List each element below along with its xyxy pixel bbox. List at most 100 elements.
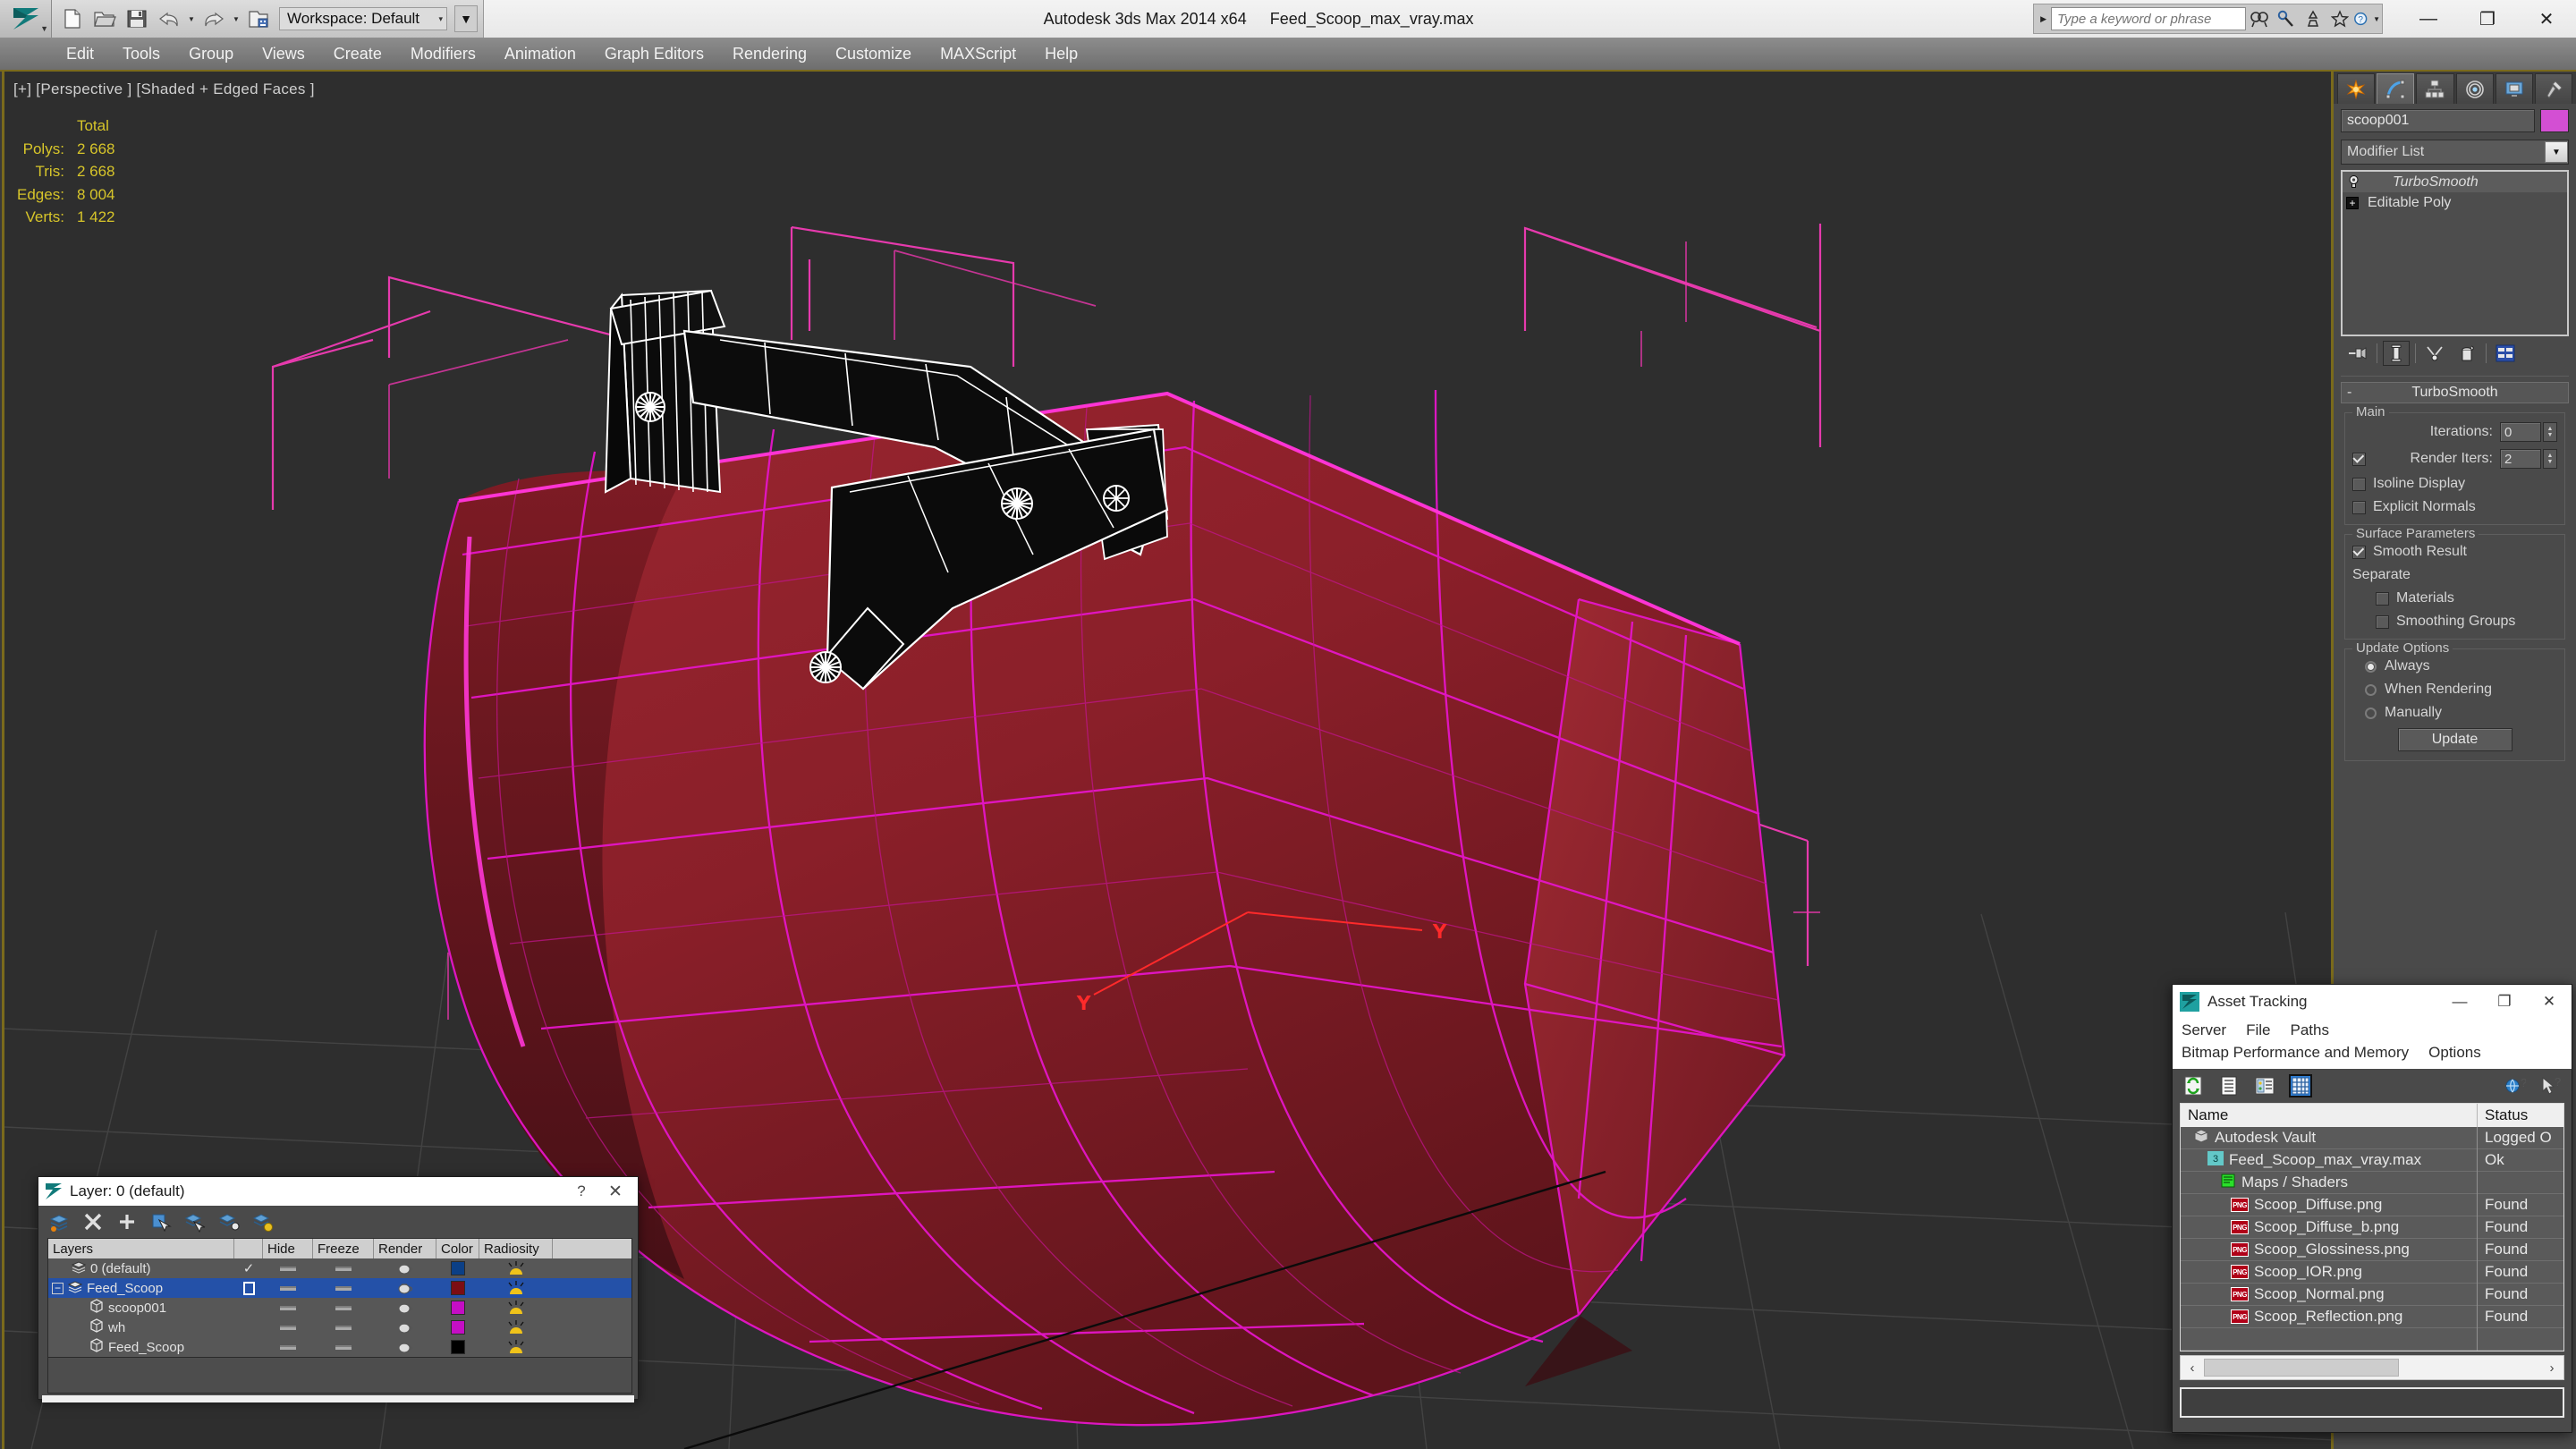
cursor-help-icon[interactable]: ? (2539, 1074, 2563, 1097)
freeze-toggle[interactable] (313, 1258, 374, 1278)
show-end-result-icon[interactable] (2383, 341, 2410, 366)
delete-x-icon[interactable] (81, 1210, 105, 1233)
current-layer-check[interactable] (234, 1278, 263, 1298)
explicit-normals-checkbox[interactable] (2352, 500, 2366, 514)
render-iters-spinner[interactable]: 2 ▲ ▼ (2500, 449, 2557, 469)
update-manually-row[interactable]: Manually (2352, 705, 2557, 721)
freeze-toggle[interactable] (313, 1278, 374, 1298)
asset-tracking-dialog[interactable]: Asset Tracking — ❐ ✕ Server File Paths B… (2172, 984, 2572, 1433)
undo-icon[interactable] (154, 4, 184, 34)
asset-close-button[interactable]: ✕ (2527, 985, 2572, 1019)
expand-collapse-icon[interactable]: − (52, 1282, 64, 1294)
highlight-selected-icon[interactable] (217, 1210, 241, 1233)
configure-sets-icon[interactable] (2492, 341, 2519, 366)
render-toggle[interactable] (374, 1298, 436, 1318)
table-row[interactable]: 0 (default) ✓ (48, 1258, 631, 1278)
isoline-display-checkbox[interactable] (2352, 477, 2366, 491)
table-row[interactable]: scoop001 (48, 1298, 631, 1318)
detail-icon[interactable] (2253, 1074, 2276, 1097)
layer-dialog-help-button[interactable]: ? (564, 1182, 598, 1200)
radiosity-icon[interactable] (479, 1337, 553, 1357)
hide-toggle[interactable] (263, 1318, 313, 1337)
asset-menu-server[interactable]: Server (2182, 1021, 2226, 1039)
workspace-combobox[interactable]: Workspace: Default ▾ (279, 7, 447, 30)
rollout-collapse-icon[interactable]: - (2347, 385, 2351, 401)
scroll-left-button[interactable]: ‹ (2181, 1360, 2204, 1376)
layer-color-swatch[interactable] (436, 1258, 479, 1278)
hide-toggle[interactable] (263, 1278, 313, 1298)
menu-edit[interactable]: Edit (52, 37, 108, 71)
asset-maximize-button[interactable]: ❐ (2482, 985, 2527, 1019)
explicit-normals-row[interactable]: Explicit Normals (2352, 499, 2557, 515)
undo-dropdown-caret-icon[interactable]: ▼ (186, 15, 197, 23)
asset-menu-bitmap-performance[interactable]: Bitmap Performance and Memory (2182, 1044, 2409, 1062)
make-unique-icon[interactable] (2421, 341, 2448, 366)
select-objects-icon[interactable] (149, 1210, 173, 1233)
select-highlighted-icon[interactable] (183, 1210, 207, 1233)
layer-dialog-close-button[interactable]: ✕ (598, 1182, 632, 1202)
render-toggle[interactable] (374, 1318, 436, 1337)
redo-icon[interactable] (199, 4, 229, 34)
table-row[interactable]: PNG Scoop_Reflection.png Found (2181, 1305, 2563, 1328)
expand-plus-icon[interactable]: + (2346, 196, 2359, 209)
layer-properties-icon[interactable] (251, 1210, 275, 1233)
table-row[interactable]: wh (48, 1318, 631, 1337)
display-tab[interactable] (2495, 73, 2533, 104)
hide-toggle[interactable] (263, 1337, 313, 1357)
scroll-right-button[interactable]: › (2540, 1360, 2563, 1376)
object-color-swatch[interactable] (436, 1298, 479, 1318)
pin-icon[interactable] (2344, 341, 2371, 366)
hide-toggle[interactable] (263, 1258, 313, 1278)
asset-menu-file[interactable]: File (2246, 1021, 2270, 1039)
update-always-radio[interactable] (2365, 660, 2377, 673)
close-button[interactable]: ✕ (2517, 0, 2576, 38)
asset-horizontal-scrollbar[interactable]: ‹ › (2180, 1355, 2564, 1380)
modifier-stack[interactable]: TurboSmooth + Editable Poly (2341, 170, 2569, 336)
lightbulb-icon[interactable] (2346, 174, 2360, 191)
create-tab[interactable] (2337, 73, 2376, 104)
radiosity-icon[interactable] (479, 1278, 553, 1298)
menu-group[interactable]: Group (174, 37, 248, 71)
search-input[interactable] (2051, 7, 2246, 30)
current-layer-check[interactable]: ✓ (234, 1258, 263, 1278)
refresh-icon[interactable] (2182, 1074, 2205, 1097)
list-icon[interactable] (2217, 1074, 2241, 1097)
viewport-label[interactable]: [+] [Perspective ] [Shaded + Edged Faces… (13, 80, 315, 98)
render-iters-stepper[interactable]: ▲ ▼ (2543, 449, 2557, 469)
help-icon[interactable]: ? ▼ (2353, 6, 2380, 31)
application-menu-button[interactable]: ▼ (0, 0, 52, 38)
table-row[interactable]: 3 Feed_Scoop_max_vray.max Ok (2181, 1148, 2563, 1172)
radiosity-icon[interactable] (479, 1318, 553, 1337)
update-manually-radio[interactable] (2365, 707, 2377, 719)
object-color-swatch[interactable] (436, 1318, 479, 1337)
smoothing-groups-row[interactable]: Smoothing Groups (2352, 614, 2557, 630)
render-toggle[interactable] (374, 1258, 436, 1278)
menu-graph-editors[interactable]: Graph Editors (590, 37, 718, 71)
freeze-toggle[interactable] (313, 1298, 374, 1318)
new-file-icon[interactable] (57, 4, 88, 34)
trash-icon[interactable] (2453, 341, 2480, 366)
layer-list[interactable]: Layers Hide Freeze Render Color Radiosit… (47, 1238, 632, 1358)
asset-menu-paths[interactable]: Paths (2290, 1021, 2328, 1039)
new-layer-icon[interactable] (47, 1210, 71, 1233)
rollout-header[interactable]: - TurboSmooth (2341, 382, 2569, 403)
radiosity-icon[interactable] (479, 1298, 553, 1318)
asset-minimize-button[interactable]: — (2437, 985, 2482, 1019)
smoothing-groups-checkbox[interactable] (2376, 614, 2389, 629)
globe-help-icon[interactable]: ? (2504, 1074, 2527, 1097)
asset-list[interactable]: Name Status Autodesk Vault Logged O 3 Fe… (2180, 1103, 2564, 1352)
smooth-result-row[interactable]: Smooth Result (2352, 544, 2557, 560)
object-color-swatch[interactable] (436, 1337, 479, 1357)
menu-animation[interactable]: Animation (490, 37, 590, 71)
materials-row[interactable]: Materials (2352, 590, 2557, 606)
motion-tab[interactable] (2455, 73, 2494, 104)
table-row[interactable]: − Feed_Scoop (48, 1278, 631, 1298)
maximize-button[interactable]: ❐ (2458, 0, 2517, 38)
render-iters-checkbox[interactable] (2352, 452, 2366, 466)
iterations-stepper[interactable]: ▲ ▼ (2543, 422, 2557, 442)
render-iters-value[interactable]: 2 (2500, 449, 2541, 469)
communication-center-icon[interactable] (2300, 6, 2326, 31)
subscription-center-icon[interactable] (2273, 6, 2300, 31)
smooth-result-checkbox[interactable] (2352, 545, 2366, 559)
menu-customize[interactable]: Customize (821, 37, 926, 71)
